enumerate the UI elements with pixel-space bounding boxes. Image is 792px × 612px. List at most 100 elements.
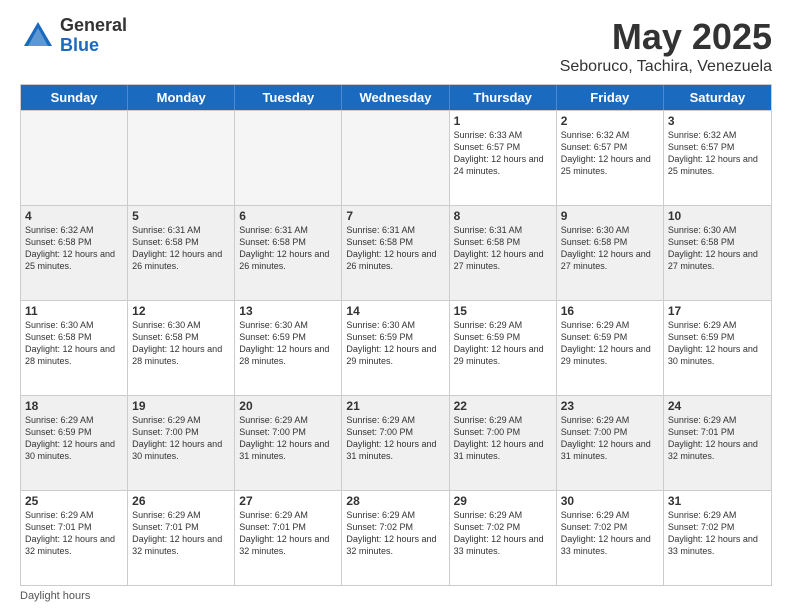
day-number: 25 [25,494,123,508]
calendar-body: 1Sunrise: 6:33 AM Sunset: 6:57 PM Daylig… [21,110,771,585]
cell-info: Sunrise: 6:29 AM Sunset: 7:00 PM Dayligh… [132,414,230,463]
day-number: 28 [346,494,444,508]
day-number: 26 [132,494,230,508]
calendar-cell: 25Sunrise: 6:29 AM Sunset: 7:01 PM Dayli… [21,491,128,585]
calendar-cell: 11Sunrise: 6:30 AM Sunset: 6:58 PM Dayli… [21,301,128,395]
calendar-cell: 13Sunrise: 6:30 AM Sunset: 6:59 PM Dayli… [235,301,342,395]
day-number: 10 [668,209,767,223]
calendar-cell: 1Sunrise: 6:33 AM Sunset: 6:57 PM Daylig… [450,111,557,205]
calendar-header-cell: Saturday [664,85,771,110]
cell-info: Sunrise: 6:29 AM Sunset: 6:59 PM Dayligh… [668,319,767,368]
calendar-cell: 31Sunrise: 6:29 AM Sunset: 7:02 PM Dayli… [664,491,771,585]
calendar-cell [128,111,235,205]
calendar-cell: 28Sunrise: 6:29 AM Sunset: 7:02 PM Dayli… [342,491,449,585]
calendar-cell: 14Sunrise: 6:30 AM Sunset: 6:59 PM Dayli… [342,301,449,395]
calendar: SundayMondayTuesdayWednesdayThursdayFrid… [20,84,772,586]
cell-info: Sunrise: 6:29 AM Sunset: 7:00 PM Dayligh… [346,414,444,463]
cell-info: Sunrise: 6:29 AM Sunset: 6:59 PM Dayligh… [25,414,123,463]
calendar-cell: 8Sunrise: 6:31 AM Sunset: 6:58 PM Daylig… [450,206,557,300]
cell-info: Sunrise: 6:29 AM Sunset: 6:59 PM Dayligh… [561,319,659,368]
cell-info: Sunrise: 6:33 AM Sunset: 6:57 PM Dayligh… [454,129,552,178]
calendar-cell: 15Sunrise: 6:29 AM Sunset: 6:59 PM Dayli… [450,301,557,395]
cell-info: Sunrise: 6:29 AM Sunset: 7:00 PM Dayligh… [454,414,552,463]
day-number: 13 [239,304,337,318]
day-number: 19 [132,399,230,413]
calendar-row: 18Sunrise: 6:29 AM Sunset: 6:59 PM Dayli… [21,395,771,490]
cell-info: Sunrise: 6:29 AM Sunset: 7:00 PM Dayligh… [561,414,659,463]
logo-blue-label: Blue [60,36,127,56]
cell-info: Sunrise: 6:30 AM Sunset: 6:58 PM Dayligh… [132,319,230,368]
cell-info: Sunrise: 6:30 AM Sunset: 6:58 PM Dayligh… [668,224,767,273]
day-number: 21 [346,399,444,413]
calendar-header-cell: Monday [128,85,235,110]
day-number: 5 [132,209,230,223]
calendar-cell: 24Sunrise: 6:29 AM Sunset: 7:01 PM Dayli… [664,396,771,490]
cell-info: Sunrise: 6:29 AM Sunset: 7:02 PM Dayligh… [346,509,444,558]
calendar-cell: 17Sunrise: 6:29 AM Sunset: 6:59 PM Dayli… [664,301,771,395]
day-number: 27 [239,494,337,508]
calendar-cell: 19Sunrise: 6:29 AM Sunset: 7:00 PM Dayli… [128,396,235,490]
day-number: 17 [668,304,767,318]
logo: General Blue [20,16,127,56]
calendar-header-cell: Wednesday [342,85,449,110]
cell-info: Sunrise: 6:29 AM Sunset: 7:01 PM Dayligh… [239,509,337,558]
day-number: 16 [561,304,659,318]
calendar-cell: 3Sunrise: 6:32 AM Sunset: 6:57 PM Daylig… [664,111,771,205]
calendar-cell [235,111,342,205]
calendar-row: 25 Sunrise: 6:29 AM Sunset: 7:01 PM Dayli… [21,490,771,585]
calendar-cell: 26Sunrise: 6:29 AM Sunset: 7:01 PM Dayli… [128,491,235,585]
day-number: 24 [668,399,767,413]
cell-info: Sunrise: 6:32 AM Sunset: 6:57 PM Dayligh… [561,129,659,178]
day-number: 23 [561,399,659,413]
calendar-cell: 29Sunrise: 6:29 AM Sunset: 7:02 PM Dayli… [450,491,557,585]
day-number: 4 [25,209,123,223]
calendar-cell: 10Sunrise: 6:30 AM Sunset: 6:58 PM Dayli… [664,206,771,300]
cell-info: Sunrise: 6:31 AM Sunset: 6:58 PM Dayligh… [454,224,552,273]
calendar-cell [21,111,128,205]
calendar-cell: 18Sunrise: 6:29 AM Sunset: 6:59 PM Dayli… [21,396,128,490]
day-number: 29 [454,494,552,508]
day-number: 8 [454,209,552,223]
cell-info: Sunrise: 6:29 AM Sunset: 7:02 PM Dayligh… [454,509,552,558]
subtitle: Seboruco, Tachira, Venezuela [560,58,772,76]
cell-info: Sunrise: 6:29 AM Sunset: 7:00 PM Dayligh… [239,414,337,463]
cell-info: Sunrise: 6:31 AM Sunset: 6:58 PM Dayligh… [239,224,337,273]
calendar-row: 11Sunrise: 6:30 AM Sunset: 6:58 PM Dayli… [21,300,771,395]
calendar-cell: 30Sunrise: 6:29 AM Sunset: 7:02 PM Dayli… [557,491,664,585]
calendar-row: 1Sunrise: 6:33 AM Sunset: 6:57 PM Daylig… [21,110,771,205]
cell-info: Sunrise: 6:32 AM Sunset: 6:57 PM Dayligh… [668,129,767,178]
calendar-cell: 9Sunrise: 6:30 AM Sunset: 6:58 PM Daylig… [557,206,664,300]
calendar-cell: 4Sunrise: 6:32 AM Sunset: 6:58 PM Daylig… [21,206,128,300]
day-number: 1 [454,114,552,128]
calendar-cell: 23Sunrise: 6:29 AM Sunset: 7:00 PM Dayli… [557,396,664,490]
calendar-cell: 7Sunrise: 6:31 AM Sunset: 6:58 PM Daylig… [342,206,449,300]
cell-info: Sunrise: 6:29 AM Sunset: 6:59 PM Dayligh… [454,319,552,368]
title-block: May 2025 Seboruco, Tachira, Venezuela [560,16,772,76]
day-number: 3 [668,114,767,128]
calendar-cell: 16Sunrise: 6:29 AM Sunset: 6:59 PM Dayli… [557,301,664,395]
cell-info: Sunrise: 6:31 AM Sunset: 6:58 PM Dayligh… [132,224,230,273]
day-number: 15 [454,304,552,318]
calendar-header-cell: Tuesday [235,85,342,110]
day-number: 6 [239,209,337,223]
calendar-header-cell: Thursday [450,85,557,110]
day-number: 18 [25,399,123,413]
cell-info: Sunrise: 6:29 AM Sunset: 7:01 PM Dayligh… [668,414,767,463]
logo-general-label: General [60,16,127,36]
calendar-cell: 2Sunrise: 6:32 AM Sunset: 6:57 PM Daylig… [557,111,664,205]
calendar-cell: 6Sunrise: 6:31 AM Sunset: 6:58 PM Daylig… [235,206,342,300]
cell-info: Sunrise: 6:29 AM Sunset: 7:01 PM Dayligh… [132,509,230,558]
logo-text: General Blue [60,16,127,56]
day-number: 22 [454,399,552,413]
calendar-cell: 27Sunrise: 6:29 AM Sunset: 7:01 PM Dayli… [235,491,342,585]
day-number: 20 [239,399,337,413]
calendar-header-row: SundayMondayTuesdayWednesdayThursdayFrid… [21,85,771,110]
calendar-cell: 12Sunrise: 6:30 AM Sunset: 6:58 PM Dayli… [128,301,235,395]
cell-info: Sunrise: 6:30 AM Sunset: 6:58 PM Dayligh… [25,319,123,368]
day-number: 7 [346,209,444,223]
day-number: 31 [668,494,767,508]
calendar-cell: 20Sunrise: 6:29 AM Sunset: 7:00 PM Dayli… [235,396,342,490]
cell-info: Sunrise: 6:29 AM Sunset: 7:02 PM Dayligh… [561,509,659,558]
day-number: 9 [561,209,659,223]
header: General Blue May 2025 Seboruco, Tachira,… [20,16,772,76]
